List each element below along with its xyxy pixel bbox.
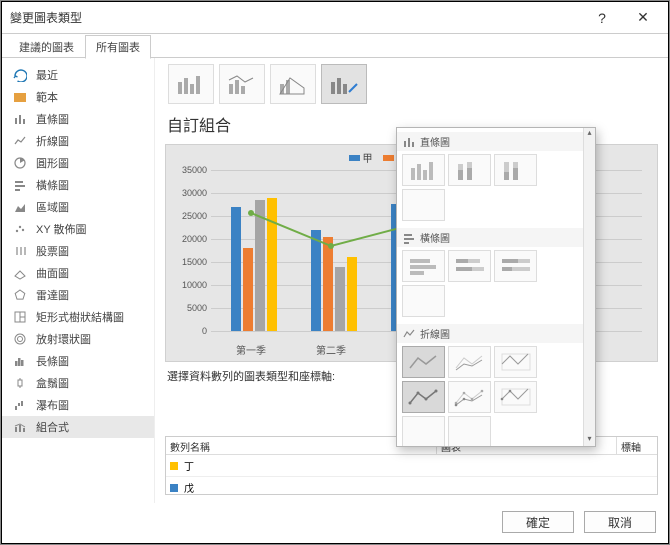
sidebar-item-line[interactable]: 折線圖 xyxy=(2,130,154,152)
sidebar-item-waterfall[interactable]: 瀑布圖 xyxy=(2,394,154,416)
popup-section-bar: 橫條圖 xyxy=(397,228,583,320)
combo-subtype-2[interactable] xyxy=(219,64,265,104)
tab-all-charts[interactable]: 所有圖表 xyxy=(85,35,151,59)
bar-icon xyxy=(12,177,28,193)
popup-scrollbar[interactable]: ▴ ▾ xyxy=(583,128,595,446)
tabs: 建議的圖表 所有圖表 xyxy=(2,34,668,58)
line-variant[interactable] xyxy=(448,346,491,378)
line-variant[interactable] xyxy=(494,346,537,378)
area-icon xyxy=(12,199,28,215)
template-icon xyxy=(12,89,28,105)
line-variant[interactable] xyxy=(448,381,491,413)
recent-icon xyxy=(12,67,28,83)
window-title: 變更圖表類型 xyxy=(10,9,582,26)
series-row-wu[interactable]: 戊 xyxy=(166,477,657,495)
sidebar-item-stock[interactable]: 股票圖 xyxy=(2,240,154,262)
cancel-button[interactable]: 取消 xyxy=(584,511,656,533)
line-icon xyxy=(12,133,28,149)
titlebar: 變更圖表類型 ? ✕ xyxy=(2,2,668,34)
chart-category-list: 最近 範本 直條圖 折線圖 圓形圖 橫條圖 區域圖 XY 散佈圖 股票圖 曲面圖… xyxy=(2,58,155,503)
sidebar-item-bar[interactable]: 橫條圖 xyxy=(2,174,154,196)
bar-variant[interactable] xyxy=(402,285,445,317)
column-icon xyxy=(12,111,28,127)
column-variant[interactable] xyxy=(402,189,445,221)
sidebar-item-combo[interactable]: 組合式 xyxy=(2,416,154,438)
treemap-icon xyxy=(12,309,28,325)
sidebar-item-boxwhisker[interactable]: 盒鬚圖 xyxy=(2,372,154,394)
column-variant[interactable] xyxy=(448,154,491,186)
sidebar-item-sunburst[interactable]: 放射環狀圖 xyxy=(2,328,154,350)
scatter-icon xyxy=(12,221,28,237)
column-variant[interactable] xyxy=(494,154,537,186)
series-row-ding[interactable]: 丁 xyxy=(166,455,657,477)
sidebar-item-pie[interactable]: 圓形圖 xyxy=(2,152,154,174)
sidebar-item-histogram[interactable]: 長條圖 xyxy=(2,350,154,372)
ok-button[interactable]: 確定 xyxy=(502,511,574,533)
bar-variant[interactable] xyxy=(448,250,491,282)
line-variant[interactable] xyxy=(402,381,445,413)
bar-icon xyxy=(403,232,415,244)
popup-section-line: 折線圖 xyxy=(397,324,583,446)
scroll-down-icon[interactable]: ▾ xyxy=(584,434,595,446)
combo-subtype-row xyxy=(165,64,658,108)
stock-icon xyxy=(12,243,28,259)
surface-icon xyxy=(12,265,28,281)
sidebar-item-recent[interactable]: 最近 xyxy=(2,64,154,86)
sidebar-item-column[interactable]: 直條圖 xyxy=(2,108,154,130)
column-variant[interactable] xyxy=(402,154,445,186)
combo-subtype-1[interactable] xyxy=(168,64,214,104)
chart-type-popup: ▴ ▾ 直條圖 橫條圖 折線圖 xyxy=(396,127,596,447)
tab-recommended[interactable]: 建議的圖表 xyxy=(8,35,85,59)
sidebar-item-scatter[interactable]: XY 散佈圖 xyxy=(2,218,154,240)
sidebar-item-radar[interactable]: 雷達圖 xyxy=(2,284,154,306)
histogram-icon xyxy=(12,353,28,369)
line-variant[interactable] xyxy=(402,416,445,446)
waterfall-icon xyxy=(12,397,28,413)
scroll-up-icon[interactable]: ▴ xyxy=(584,128,595,140)
line-variant[interactable] xyxy=(448,416,491,446)
combo-icon xyxy=(12,419,28,435)
sidebar-item-area[interactable]: 區域圖 xyxy=(2,196,154,218)
sidebar-item-template[interactable]: 範本 xyxy=(2,86,154,108)
sunburst-icon xyxy=(12,331,28,347)
dialog-footer: 確定 取消 xyxy=(502,511,656,533)
bar-variant[interactable] xyxy=(494,250,537,282)
line-icon xyxy=(403,328,415,340)
combo-subtype-custom[interactable] xyxy=(321,64,367,104)
help-button[interactable]: ? xyxy=(582,3,622,33)
sidebar-item-surface[interactable]: 曲面圖 xyxy=(2,262,154,284)
sidebar-item-treemap[interactable]: 矩形式樹狀結構圖 xyxy=(2,306,154,328)
dialog-window: 變更圖表類型 ? ✕ 建議的圖表 所有圖表 最近 範本 直條圖 折線圖 圓形圖 … xyxy=(1,1,669,544)
bar-variant[interactable] xyxy=(402,250,445,282)
combo-subtype-3[interactable] xyxy=(270,64,316,104)
popup-section-column: 直條圖 xyxy=(397,132,583,224)
line-variant[interactable] xyxy=(494,381,537,413)
close-button[interactable]: ✕ xyxy=(622,3,664,33)
pie-icon xyxy=(12,155,28,171)
boxwhisker-icon xyxy=(12,375,28,391)
radar-icon xyxy=(12,287,28,303)
column-icon xyxy=(403,136,415,148)
line-variant[interactable] xyxy=(402,346,445,378)
